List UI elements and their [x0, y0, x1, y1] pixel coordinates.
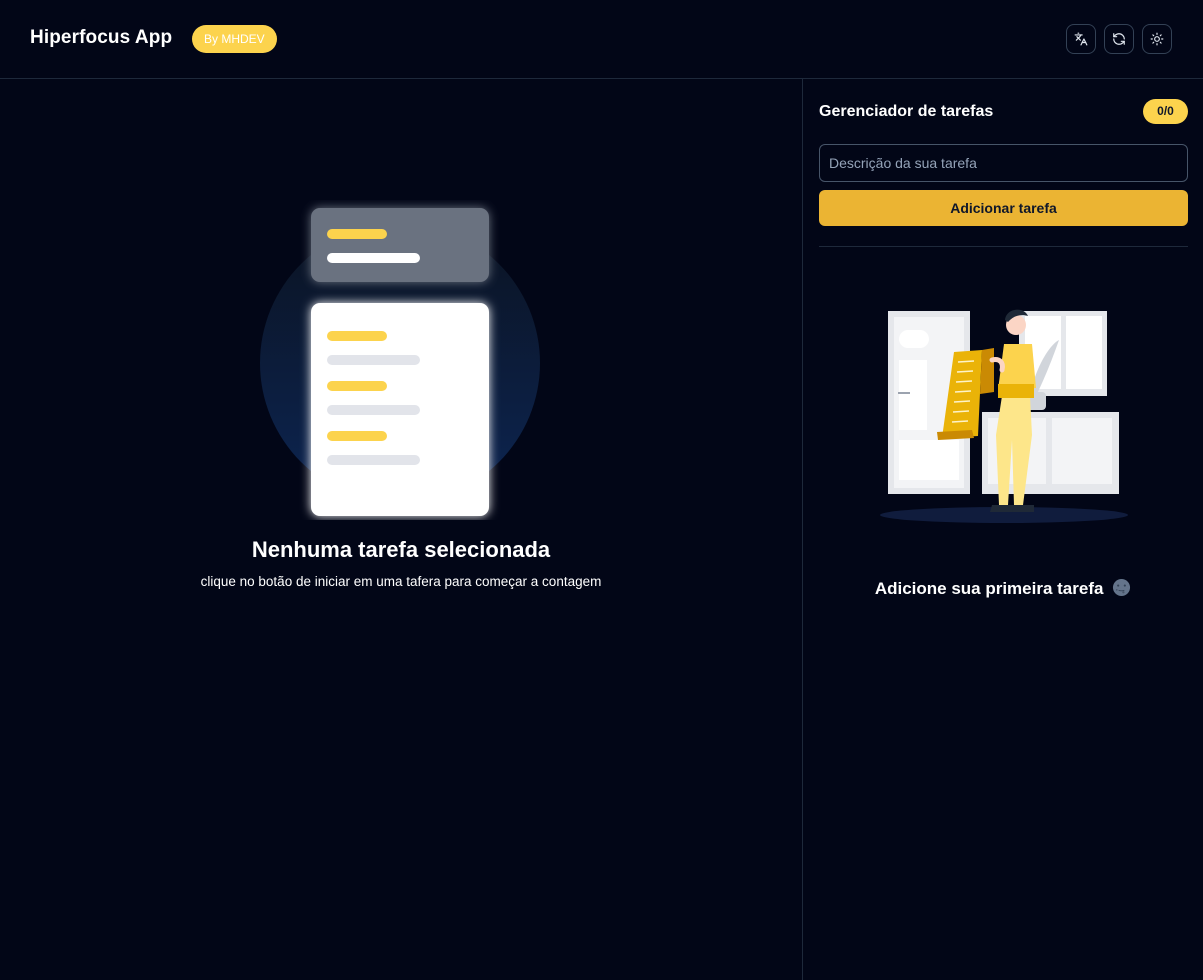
app-title: Hiperfocus App	[30, 27, 173, 48]
refresh-icon	[1113, 33, 1125, 45]
task-manager-title: Gerenciador de tarefas	[819, 103, 994, 120]
refresh-button[interactable]	[1104, 24, 1134, 54]
author-badge: By MHDEV	[192, 25, 277, 53]
add-task-button[interactable]: Adicionar tarefa	[819, 190, 1188, 226]
empty-tasks-label: Adicione sua primeira tarefa	[874, 579, 1104, 598]
task-counter-badge: 0/0	[1143, 99, 1188, 124]
task-description-input[interactable]	[819, 144, 1188, 182]
empty-list-illustration	[260, 208, 540, 516]
app-header: Hiperfocus App By MHDEV	[0, 0, 1203, 79]
person-with-list-illustration	[880, 309, 1128, 523]
panel-divider	[802, 79, 803, 980]
moon-face-icon	[1113, 578, 1131, 597]
translate-button[interactable]	[1066, 24, 1096, 54]
translate-icon	[1074, 32, 1088, 46]
sun-icon	[1150, 32, 1164, 46]
empty-tasks-message: Adicione sua primeira tarefa	[803, 578, 1203, 599]
empty-state-subtitle: clique no botão de iniciar em uma tafera…	[200, 574, 602, 589]
sidebar-divider	[819, 246, 1188, 247]
empty-state-title: Nenhuma tarefa selecionada	[251, 537, 551, 562]
theme-toggle-button[interactable]	[1142, 24, 1172, 54]
